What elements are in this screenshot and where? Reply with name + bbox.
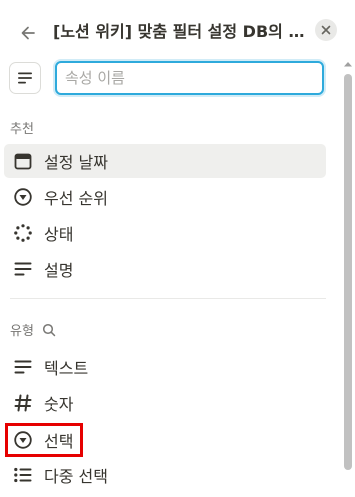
recommended-section-label: 추천 (10, 122, 34, 137)
recommended-item-label: 설명 (44, 261, 74, 280)
type-item-label: 숫자 (44, 395, 74, 414)
text-icon (18, 72, 32, 84)
page-title: [노션 위키] 맞춤 필터 설정 DB의 ... (53, 22, 305, 41)
select-icon (12, 429, 34, 451)
arrow-left-icon (21, 26, 35, 40)
type-item-select[interactable]: 선택 (4, 423, 326, 457)
multi-select-icon (12, 464, 34, 486)
types-section-text: 유형 (10, 324, 34, 339)
number-icon (12, 392, 34, 414)
close-icon (321, 25, 331, 35)
status-icon (12, 222, 34, 244)
property-name-input[interactable] (55, 61, 324, 95)
scroll-up-arrow[interactable] (342, 58, 354, 70)
calendar-icon (12, 150, 34, 172)
text-icon (12, 356, 34, 378)
recommended-item-priority[interactable]: 우선 순위 (4, 180, 326, 214)
type-item-number[interactable]: 숫자 (4, 386, 326, 420)
recommended-item-label: 우선 순위 (44, 189, 108, 208)
type-item-text[interactable]: 텍스트 (4, 350, 326, 384)
type-item-multi-select[interactable]: 다중 선택 (4, 458, 326, 492)
back-button[interactable] (14, 19, 42, 47)
select-icon (12, 186, 34, 208)
panel-header: [노션 위키] 맞춤 필터 설정 DB의 ... (0, 0, 355, 64)
recommended-item-status[interactable]: 상태 (4, 216, 326, 250)
type-item-label: 다중 선택 (44, 467, 108, 486)
recommended-item-description[interactable]: 설명 (4, 252, 326, 286)
text-icon (12, 258, 34, 280)
search-icon[interactable] (42, 323, 56, 337)
section-divider (10, 298, 326, 299)
types-section-label: 유형 (10, 320, 56, 339)
chevron-up-icon (344, 62, 352, 67)
recommended-item-date[interactable]: 설정 날짜 (4, 144, 326, 178)
property-type-panel: [노션 위키] 맞춤 필터 설정 DB의 ... 추천 설정 날짜 (0, 0, 355, 497)
recommended-item-label: 설정 날짜 (44, 153, 108, 172)
type-item-label: 선택 (44, 432, 74, 451)
property-type-button[interactable] (9, 62, 41, 94)
close-button[interactable] (315, 19, 337, 41)
type-item-label: 텍스트 (44, 359, 89, 378)
scrollbar-thumb[interactable] (344, 74, 352, 470)
recommended-item-label: 상태 (44, 225, 74, 244)
